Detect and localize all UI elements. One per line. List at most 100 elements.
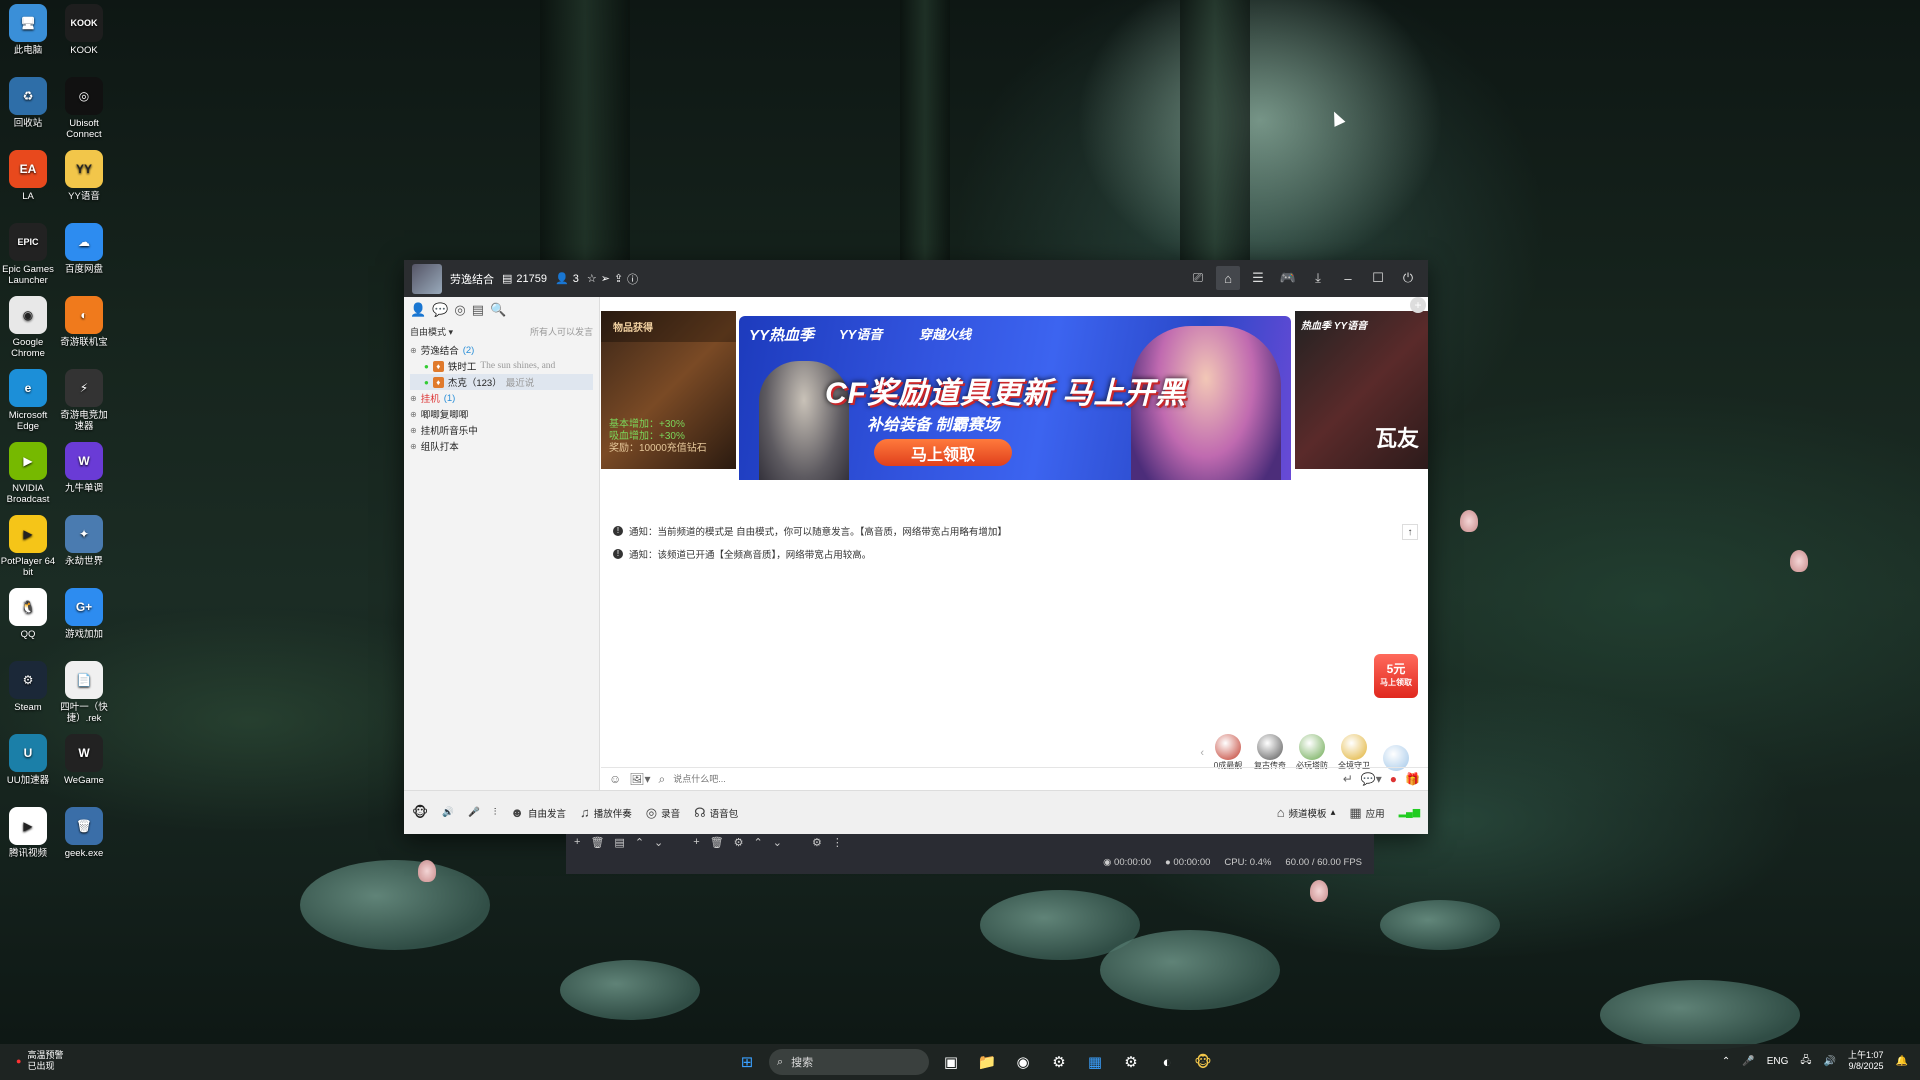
chrome-icon[interactable]: ◉ [1009, 1048, 1037, 1076]
promo-banner[interactable]: 物品获得 基本增加：+30% 吸血增加：+30% 奖励：10000充值钻石 YY… [601, 297, 1428, 480]
yy-taskbar-icon[interactable]: 🐵 [1189, 1048, 1217, 1076]
members-icon[interactable]: 👤 [410, 302, 426, 318]
volume-icon[interactable]: 🔊 [1824, 1056, 1836, 1067]
desktop-icon[interactable]: ▶ NVIDIA Broadcast [0, 442, 56, 505]
desktop-icon[interactable]: ⚙ Steam [0, 661, 56, 713]
red-packet-button[interactable]: 5元 马上领取 [1374, 654, 1418, 698]
channel-member[interactable]: ● ♦ 铁时工 The sun shines, and [410, 358, 593, 374]
banner-claim-button[interactable]: 马上领取 [874, 439, 1012, 466]
channel-member[interactable]: ● ♦ 杰克（123） 最近说 [410, 374, 593, 390]
desktop-icon[interactable]: 🐧 QQ [0, 588, 56, 640]
gift-marker-icon[interactable]: ● [1390, 772, 1397, 786]
gear-icon[interactable]: ⚙ [812, 836, 822, 849]
list-icon[interactable]: ☰ [1246, 266, 1270, 290]
chat-icon[interactable]: 💬 [432, 302, 448, 318]
notes-icon[interactable]: ▤ [472, 302, 484, 318]
clock[interactable]: 上午1:07 9/8/2025 [1848, 1050, 1884, 1072]
down-icon[interactable]: ⌄ [654, 836, 663, 849]
mic-icon[interactable]: 🎤 [468, 807, 480, 818]
desktop-icon[interactable]: ▶ PotPlayer 64 bit [0, 515, 56, 578]
channel-template-button[interactable]: ⌂ 频道模板 ▴ [1277, 805, 1336, 820]
mixer-icon[interactable]: ⫶ [494, 807, 496, 818]
image-icon[interactable]: 🖼▾ [629, 772, 650, 786]
gamepad-icon[interactable]: 🎮 [1276, 266, 1300, 290]
play-music-button[interactable]: ♫ 播放伴奏 [580, 805, 632, 820]
desktop-icon[interactable]: U UU加速器 [0, 734, 56, 786]
down-icon[interactable]: ⌄ [773, 836, 782, 849]
desktop-icon[interactable]: ◎ Ubisoft Connect [56, 77, 112, 140]
up-icon[interactable]: ⌃ [635, 836, 644, 849]
close-icon[interactable]: ⏻ [1396, 266, 1420, 290]
mode-dropdown[interactable]: 自由模式 ▾ [410, 325, 453, 338]
desktop-icon[interactable]: W 九牛单调 [56, 442, 112, 494]
desktop-icon[interactable]: ◉ Google Chrome [0, 296, 56, 359]
desktop-icon[interactable]: W WeGame [56, 734, 112, 786]
file-explorer-icon[interactable]: 📁 [973, 1048, 1001, 1076]
star-icon[interactable]: ☆ [587, 272, 597, 285]
desktop-icon[interactable]: ♻ 回收站 [0, 77, 56, 129]
game-shortcut[interactable]: 全境守卫 [1336, 734, 1372, 771]
gear-icon[interactable]: ⚙ [734, 836, 744, 849]
game-shortcut[interactable]: 0成最靓 [1210, 734, 1246, 771]
search-message-icon[interactable]: ⌕ [659, 772, 666, 787]
chat-input[interactable] [673, 774, 1335, 784]
chevron-up-icon[interactable]: ⌃ [1722, 1056, 1730, 1067]
task-view-icon[interactable]: ▣ [937, 1048, 965, 1076]
desktop-icon[interactable]: EPIC Epic Games Launcher [0, 223, 56, 286]
trash-icon[interactable]: 🗑 [710, 836, 724, 849]
forward-icon[interactable]: ➢ [601, 272, 610, 285]
channel-item[interactable]: ⊕ 挂机听音乐中 [410, 422, 593, 438]
game-shortcut[interactable]: 必玩塔防 [1294, 734, 1330, 771]
scroll-top-button[interactable]: ↑ [1402, 524, 1418, 540]
channel-item[interactable]: ⊕ 挂机 (1) [410, 390, 593, 406]
location-icon[interactable]: ◎ [454, 302, 465, 318]
enter-icon[interactable]: ↵ [1343, 772, 1353, 786]
speaker-icon[interactable]: 🔊 [442, 807, 454, 818]
add-icon[interactable]: + [693, 836, 699, 849]
desktop-icon[interactable]: ▶ 腾讯视频 [0, 807, 56, 859]
desktop-icon[interactable]: e Microsoft Edge [0, 369, 56, 432]
channel-item[interactable]: ⊕ 组队打本 [410, 438, 593, 454]
desktop-icon[interactable]: EA LA [0, 150, 56, 202]
emoji-icon[interactable]: ☺ [609, 772, 621, 786]
chevron-left-icon[interactable]: ‹ [1200, 747, 1204, 759]
game-shortcut[interactable]: 复古传奇 [1252, 734, 1288, 771]
banner-left-card[interactable]: 物品获得 基本增加：+30% 吸血增加：+30% 奖励：10000充值钻石 [601, 311, 736, 469]
mic-tray-icon[interactable]: 🎤 [1742, 1056, 1754, 1067]
desktop-icon[interactable]: 🗑 geek.exe [56, 807, 112, 859]
yy-mascot-icon[interactable]: 🐵 [412, 804, 428, 821]
screen-icon[interactable]: ⎚ [1186, 266, 1210, 290]
desktop-icon[interactable]: ✦ 永劫世界 [56, 515, 112, 567]
search-icon[interactable]: 🔍 [490, 302, 506, 318]
network-icon[interactable]: 🖧 [1800, 1053, 1811, 1070]
weather-widget[interactable]: ● 高温预警 已出现 [16, 1050, 63, 1072]
up-icon[interactable]: ⌃ [754, 836, 763, 849]
desktop-icon[interactable]: KOOK KOOK [56, 4, 112, 56]
taskbar-search[interactable]: ⌕ 搜索 [769, 1049, 929, 1075]
windows-start-icon[interactable]: ⊞ [733, 1048, 761, 1076]
add-icon[interactable]: + [574, 836, 580, 849]
language-indicator[interactable]: ENG [1767, 1056, 1789, 1067]
banner-main[interactable]: YY热血季 YY语音 穿越火线 CF奖励道具更新 马上开黑 补给装备 制霸赛场 … [739, 316, 1291, 480]
store-icon[interactable]: ▦ [1081, 1048, 1109, 1076]
desktop-icon[interactable]: ☁ 百度网盘 [56, 223, 112, 275]
info-icon[interactable]: ⓘ [627, 271, 638, 287]
maximize-icon[interactable]: ☐ [1366, 266, 1390, 290]
share-icon[interactable]: ⇪ [614, 272, 623, 285]
banner-add-icon[interactable]: + [1410, 297, 1426, 313]
minimize-icon[interactable]: – [1336, 266, 1360, 290]
notification-icon[interactable]: 🔔 [1896, 1056, 1908, 1067]
free-speak-button[interactable]: ☻ 自由发言 [510, 805, 566, 820]
desktop-icon[interactable]: G+ 游戏加加 [56, 588, 112, 640]
trash-icon[interactable]: 🗑 [590, 836, 604, 849]
banner-right-card[interactable]: 热血季 YY语音 瓦友 [1295, 311, 1428, 469]
record-button[interactable]: ◎ 录音 [646, 805, 680, 821]
voice-pack-button[interactable]: ☊ 语音包 [694, 805, 738, 821]
steam-running-icon[interactable]: ⚙ [1117, 1048, 1145, 1076]
desktop-icon[interactable]: 🖥 此电脑 [0, 4, 56, 56]
desktop-icon[interactable]: 📄 四叶一（快捷）.rek [56, 661, 112, 724]
steam-icon[interactable]: ⚙ [1045, 1048, 1073, 1076]
home-icon[interactable]: ⌂ [1216, 266, 1240, 290]
desktop-icon[interactable]: ⚡ 奇游电竞加速器 [56, 369, 112, 432]
desktop-icon[interactable]: YY YY语音 [56, 150, 112, 202]
